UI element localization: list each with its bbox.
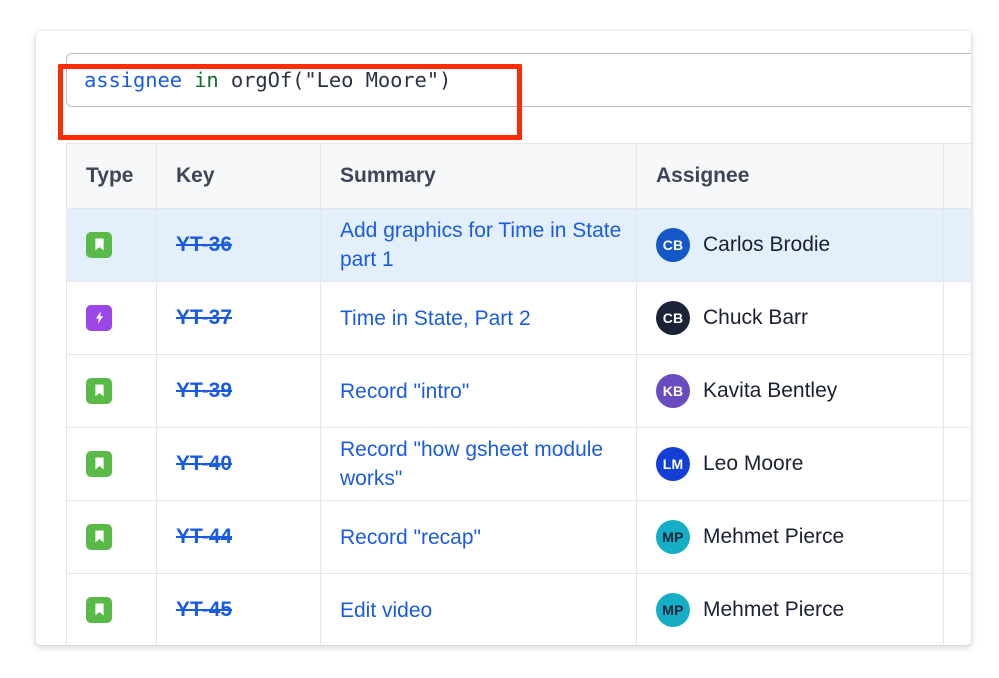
assignee-name: Chuck Barr bbox=[703, 306, 809, 329]
column-header-spacer bbox=[943, 143, 971, 209]
cell-type bbox=[66, 573, 157, 645]
assignee-name: Mehmet Pierce bbox=[703, 598, 845, 621]
avatar[interactable]: MP bbox=[656, 593, 690, 627]
cell-assignee: MP Mehmet Pierce bbox=[636, 573, 944, 645]
story-icon bbox=[86, 231, 112, 258]
table-body: YT-36 Add graphics for Time in State part… bbox=[66, 208, 971, 645]
issue-summary-link[interactable]: Edit video bbox=[340, 596, 636, 625]
assignee-name: Leo Moore bbox=[703, 452, 804, 475]
avatar[interactable]: CB bbox=[656, 301, 690, 335]
avatar[interactable]: LM bbox=[656, 447, 690, 481]
issue-key-link[interactable]: YT-44 bbox=[176, 525, 232, 548]
assignee-wrapper: MP Mehmet Pierce bbox=[656, 520, 943, 554]
cell-summary: Record "recap" bbox=[320, 500, 637, 574]
column-header-summary[interactable]: Summary bbox=[320, 143, 637, 209]
story-icon bbox=[86, 450, 112, 477]
jql-token-plain bbox=[219, 68, 231, 92]
cell-spacer bbox=[943, 500, 971, 574]
cell-assignee: CB Carlos Brodie bbox=[636, 208, 944, 282]
cell-spacer bbox=[943, 573, 971, 645]
cell-key: YT-40 bbox=[156, 427, 321, 501]
column-header-type[interactable]: Type bbox=[66, 143, 157, 209]
cell-assignee: LM Leo Moore bbox=[636, 427, 944, 501]
table-row[interactable]: YT-40 Record "how gsheet module works" LM L… bbox=[66, 427, 971, 501]
issue-summary-link[interactable]: Add graphics for Time in State part 1 bbox=[340, 216, 636, 274]
avatar[interactable]: CB bbox=[656, 228, 690, 262]
cell-type bbox=[66, 281, 157, 355]
jql-query-input[interactable]: assignee in orgOf("Leo Moore") bbox=[66, 53, 971, 107]
cell-assignee: KB Kavita Bentley bbox=[636, 354, 944, 428]
assignee-wrapper: MP Mehmet Pierce bbox=[656, 593, 943, 627]
table-header-row: Type Key Summary Assignee bbox=[66, 143, 971, 209]
assignee-wrapper: LM Leo Moore bbox=[656, 447, 943, 481]
avatar[interactable]: KB bbox=[656, 374, 690, 408]
table-row[interactable]: YT-39 Record "intro" KB Kavita Bentley bbox=[66, 354, 971, 428]
assignee-name: Kavita Bentley bbox=[703, 379, 838, 402]
cell-summary: Edit video bbox=[320, 573, 637, 645]
cell-assignee: CB Chuck Barr bbox=[636, 281, 944, 355]
cell-spacer bbox=[943, 354, 971, 428]
assignee-wrapper: CB Carlos Brodie bbox=[656, 228, 943, 262]
cell-type bbox=[66, 354, 157, 428]
story-icon bbox=[86, 523, 112, 550]
assignee-wrapper: CB Chuck Barr bbox=[656, 301, 943, 335]
jql-query-text: assignee in orgOf("Leo Moore") bbox=[84, 68, 451, 92]
assignee-name: Carlos Brodie bbox=[703, 233, 831, 256]
jql-query-row: assignee in orgOf("Leo Moore") bbox=[36, 53, 971, 140]
table-row[interactable]: YT-36 Add graphics for Time in State part… bbox=[66, 208, 971, 282]
cell-type bbox=[66, 500, 157, 574]
issue-summary-link[interactable]: Record "recap" bbox=[340, 523, 636, 552]
assignee-wrapper: KB Kavita Bentley bbox=[656, 374, 943, 408]
story-icon bbox=[86, 377, 112, 404]
table-header: Type Key Summary Assignee bbox=[66, 143, 971, 209]
cell-key: YT-44 bbox=[156, 500, 321, 574]
cell-spacer bbox=[943, 281, 971, 355]
issue-search-card: assignee in orgOf("Leo Moore") Type Key … bbox=[36, 31, 971, 645]
jql-token-plain: orgOf("Leo Moore") bbox=[230, 68, 452, 92]
table-row[interactable]: YT-45 Edit video MP Mehmet Pierce bbox=[66, 573, 971, 645]
issue-key-link[interactable]: YT-39 bbox=[176, 379, 232, 402]
story-icon bbox=[86, 596, 112, 623]
cell-summary: Time in State, Part 2 bbox=[320, 281, 637, 355]
cell-key: YT-39 bbox=[156, 354, 321, 428]
issue-key-link[interactable]: YT-45 bbox=[176, 598, 232, 621]
cell-spacer bbox=[943, 208, 971, 282]
cell-key: YT-36 bbox=[156, 208, 321, 282]
column-header-assignee[interactable]: Assignee bbox=[636, 143, 944, 209]
jql-token-plain bbox=[182, 68, 194, 92]
issue-summary-link[interactable]: Record "how gsheet module works" bbox=[340, 435, 636, 493]
issue-key-link[interactable]: YT-37 bbox=[176, 306, 232, 329]
issue-summary-link[interactable]: Time in State, Part 2 bbox=[340, 304, 636, 333]
jql-token-field: assignee bbox=[84, 68, 182, 92]
cell-key: YT-37 bbox=[156, 281, 321, 355]
column-header-key[interactable]: Key bbox=[156, 143, 321, 209]
cell-summary: Record "intro" bbox=[320, 354, 637, 428]
table-row[interactable]: YT-44 Record "recap" MP Mehmet Pierce bbox=[66, 500, 971, 574]
cell-assignee: MP Mehmet Pierce bbox=[636, 500, 944, 574]
assignee-name: Mehmet Pierce bbox=[703, 525, 845, 548]
epic-icon bbox=[86, 304, 112, 331]
issues-results-table: Type Key Summary Assignee YT-36 Add graph… bbox=[66, 143, 971, 645]
cell-spacer bbox=[943, 427, 971, 501]
issue-key-link[interactable]: YT-36 bbox=[176, 233, 232, 256]
cell-type bbox=[66, 208, 157, 282]
cell-summary: Record "how gsheet module works" bbox=[320, 427, 637, 501]
cell-summary: Add graphics for Time in State part 1 bbox=[320, 208, 637, 282]
issue-summary-link[interactable]: Record "intro" bbox=[340, 377, 636, 406]
table-row[interactable]: YT-37 Time in State, Part 2 CB Chuck Barr bbox=[66, 281, 971, 355]
cell-type bbox=[66, 427, 157, 501]
issue-key-link[interactable]: YT-40 bbox=[176, 452, 232, 475]
avatar[interactable]: MP bbox=[656, 520, 690, 554]
jql-token-operator: in bbox=[194, 68, 219, 92]
cell-key: YT-45 bbox=[156, 573, 321, 645]
